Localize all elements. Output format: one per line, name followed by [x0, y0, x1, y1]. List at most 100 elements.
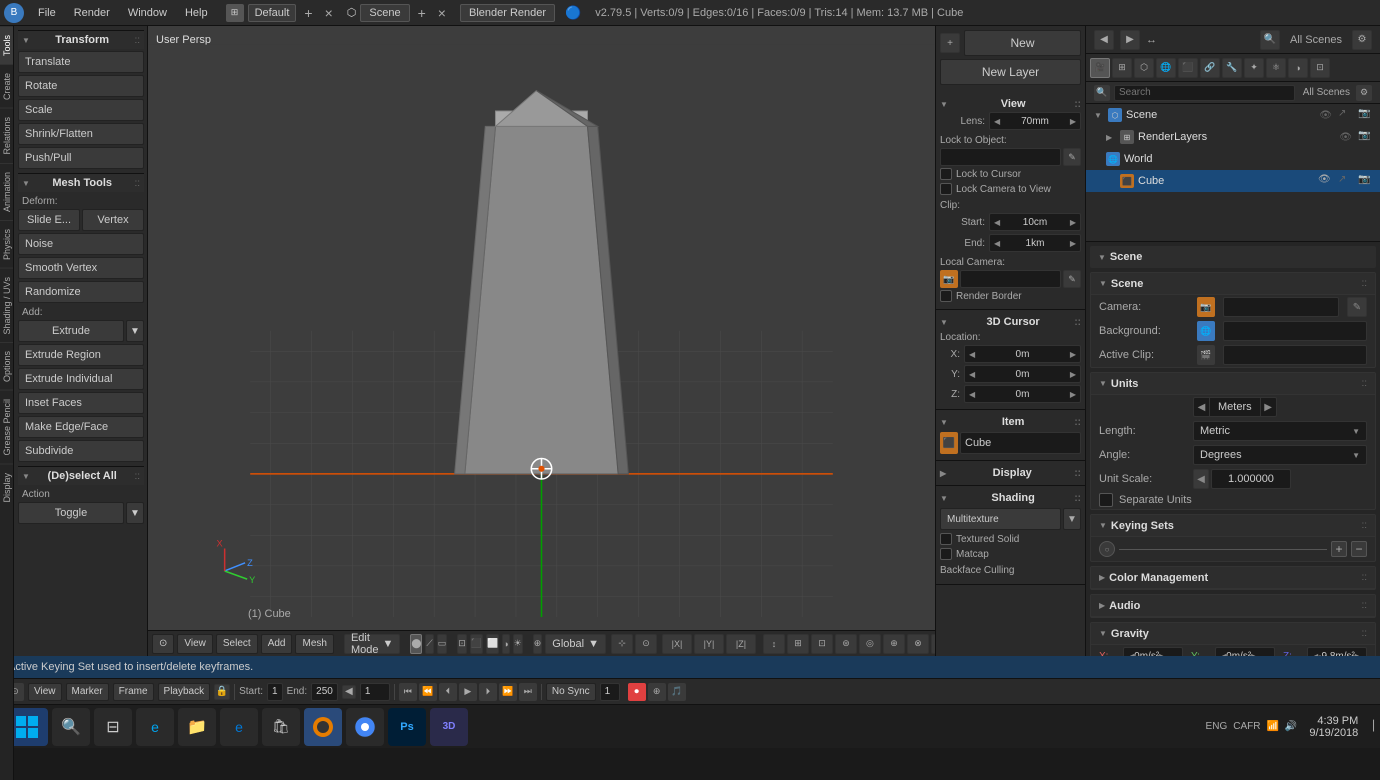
lock-cursor-checkbox[interactable] [940, 168, 952, 180]
grav-z-val[interactable]: ◀ -9.8m/s² ▶ [1307, 647, 1367, 656]
menu-render[interactable]: Render [66, 5, 118, 21]
separate-units-checkbox[interactable] [1099, 493, 1113, 507]
textures-btn[interactable]: ⊡ [1310, 58, 1330, 78]
eye-icon[interactable]: 👁 [1319, 110, 1332, 121]
frame-prev-btn[interactable]: ◀ [342, 685, 356, 699]
tl-end-field[interactable]: 250 [311, 683, 338, 701]
keying-remove-btn[interactable]: − [1351, 541, 1367, 557]
tray-sound-icon[interactable]: 🔊 [1285, 721, 1297, 732]
outliner-item-scene[interactable]: ▼ ⬡ Scene 👁 ↗ 📷 [1086, 104, 1380, 126]
local-camera-input[interactable] [960, 270, 1061, 288]
tool7[interactable]: ⊗ [907, 634, 929, 654]
cursor-icon[interactable]: ↗ [1338, 108, 1352, 122]
grav-x-val[interactable]: ◀ 0m/s² ▶ [1123, 647, 1183, 656]
tl-frame-btn[interactable]: Frame [113, 683, 154, 701]
vtab-animation[interactable]: Animation [0, 163, 13, 220]
btn-translate[interactable]: Translate [18, 51, 144, 73]
item-title[interactable]: ▼ Item :: [940, 414, 1081, 430]
tl-current-field[interactable]: 1 [360, 683, 390, 701]
menu-file[interactable]: File [30, 5, 64, 21]
vtab-display[interactable]: Display [0, 464, 13, 511]
camera-edit-btn[interactable]: ✎ [1063, 270, 1081, 288]
btn-toggle[interactable]: Toggle [18, 502, 124, 524]
units-section-header[interactable]: ▼ Units :: [1091, 373, 1375, 395]
mesh-tools-section-header[interactable]: ▼ Mesh Tools :: [18, 173, 144, 192]
edit-mode-selector[interactable]: Edit Mode ▼ [344, 634, 400, 654]
tl-start-field[interactable]: 1 [267, 683, 283, 701]
next-frame-btn[interactable]: ⏩ [499, 683, 517, 701]
view-menu-btn[interactable]: View [177, 634, 213, 654]
outliner-search-input[interactable] [1114, 85, 1295, 101]
texture-btn[interactable]: ⬜ [486, 634, 499, 654]
wireframe-btn[interactable]: ⊡ [457, 634, 467, 654]
vtab-relations[interactable]: Relations [0, 108, 13, 163]
camera-value[interactable] [1223, 297, 1339, 317]
workspace-dropdown[interactable]: Default [248, 4, 297, 22]
gravity-header[interactable]: ▼ Gravity :: [1091, 623, 1375, 645]
btn-vertex[interactable]: Vertex [82, 209, 144, 231]
units-prev-btn[interactable]: ◀ [1194, 397, 1210, 417]
tray-network-icon[interactable]: 📶 [1266, 721, 1278, 732]
solid-btn[interactable]: ⬛ [470, 634, 483, 654]
shading-title[interactable]: ▼ Shading :: [940, 490, 1081, 506]
materials-btn[interactable]: ◑ [1288, 58, 1308, 78]
lock-icon[interactable]: 🔒 [214, 684, 230, 700]
display-title[interactable]: ▶ Display :: [940, 465, 1081, 481]
grav-y-val[interactable]: ◀ 0m/s² ▶ [1215, 647, 1275, 656]
btn-extrude-individual[interactable]: Extrude Individual [18, 368, 144, 390]
taskbar-search-btn[interactable]: 🔍 [52, 708, 90, 746]
tool8[interactable]: ⊙ [931, 634, 935, 654]
next-keyframe-btn[interactable]: ⏵ [479, 683, 497, 701]
btn-rotate[interactable]: Rotate [18, 75, 144, 97]
vtab-grease-pencil[interactable]: Grease Pencil [0, 390, 13, 464]
tl-icon3[interactable]: 🎵 [668, 683, 686, 701]
outliner-item-renderlayers[interactable]: ▶ ⊞ RenderLayers 👁 📷 [1086, 126, 1380, 148]
viewport-icon-btn[interactable]: ⊙ [152, 634, 174, 654]
cube-render-icon[interactable]: 📷 [1358, 174, 1372, 188]
no-sync-btn[interactable]: No Sync [546, 683, 596, 701]
taskbar-taskview-btn[interactable]: ⊟ [94, 708, 132, 746]
face-select-btn[interactable]: ▭ [437, 634, 448, 654]
z-val[interactable]: ◀ 0m ▶ [964, 385, 1081, 403]
toggle-dropdown-btn[interactable]: ▼ [126, 502, 144, 524]
modifiers-btn[interactable]: 🔧 [1222, 58, 1242, 78]
lock-object-input[interactable] [940, 148, 1061, 166]
constraints-btn[interactable]: 🔗 [1200, 58, 1220, 78]
btn-new-layer[interactable]: New Layer [940, 59, 1081, 85]
props-search-btn[interactable]: 🔍 [1260, 30, 1280, 50]
mirror-x-btn[interactable]: |X| [662, 634, 692, 654]
blender-logo[interactable]: B [4, 3, 24, 23]
props-prev-btn[interactable]: ◀ [1094, 30, 1114, 50]
matcap-checkbox[interactable] [940, 548, 952, 560]
btn-subdivide[interactable]: Subdivide [18, 440, 144, 462]
rl-eye-icon[interactable]: 👁 [1339, 132, 1352, 143]
particles-btn[interactable]: ✦ [1244, 58, 1264, 78]
edge-select-btn[interactable]: ⟋ [425, 634, 433, 654]
plus-btn[interactable]: + [940, 33, 960, 53]
multitexture-arrow[interactable]: ▼ [1063, 508, 1081, 530]
proportional-btn[interactable]: ⊙ [635, 634, 657, 654]
btn-shrink-flatten[interactable]: Shrink/Flatten [18, 123, 144, 145]
clip-end-val[interactable]: ◀ 1km ▶ [989, 234, 1081, 252]
skip-end-btn[interactable]: ⏭ [519, 683, 537, 701]
render-layers-btn[interactable]: ⊞ [1112, 58, 1132, 78]
vtab-physics[interactable]: Physics [0, 220, 13, 268]
play-btn[interactable]: ▶ [459, 683, 477, 701]
btn-noise[interactable]: Noise [18, 233, 144, 255]
workspace-close-btn[interactable]: × [321, 5, 337, 21]
view-section-title[interactable]: ▼ View :: [940, 96, 1081, 112]
search-icon[interactable]: 🔍 [1094, 85, 1110, 101]
viewport-3d[interactable]: User Persp Meters [148, 26, 935, 656]
btn-extrude[interactable]: Extrude [18, 320, 124, 342]
length-value[interactable]: Metric ▼ [1193, 421, 1367, 441]
scene-name[interactable]: Scene [360, 4, 409, 22]
unit-scale-val[interactable]: 1.000000 [1211, 469, 1291, 489]
btn-extrude-region[interactable]: Extrude Region [18, 344, 144, 366]
btn-push-pull[interactable]: Push/Pull [18, 147, 144, 169]
outliner-item-cube[interactable]: ⬛ Cube 👁 ↗ 📷 [1086, 170, 1380, 192]
vtab-tools[interactable]: Tools [0, 26, 13, 64]
keying-header[interactable]: ▼ Keying Sets :: [1091, 515, 1375, 537]
deselect-section-header[interactable]: ▼ (De)select All :: [18, 466, 144, 485]
tl-playback-btn[interactable]: Playback [158, 683, 211, 701]
background-value[interactable] [1223, 321, 1367, 341]
